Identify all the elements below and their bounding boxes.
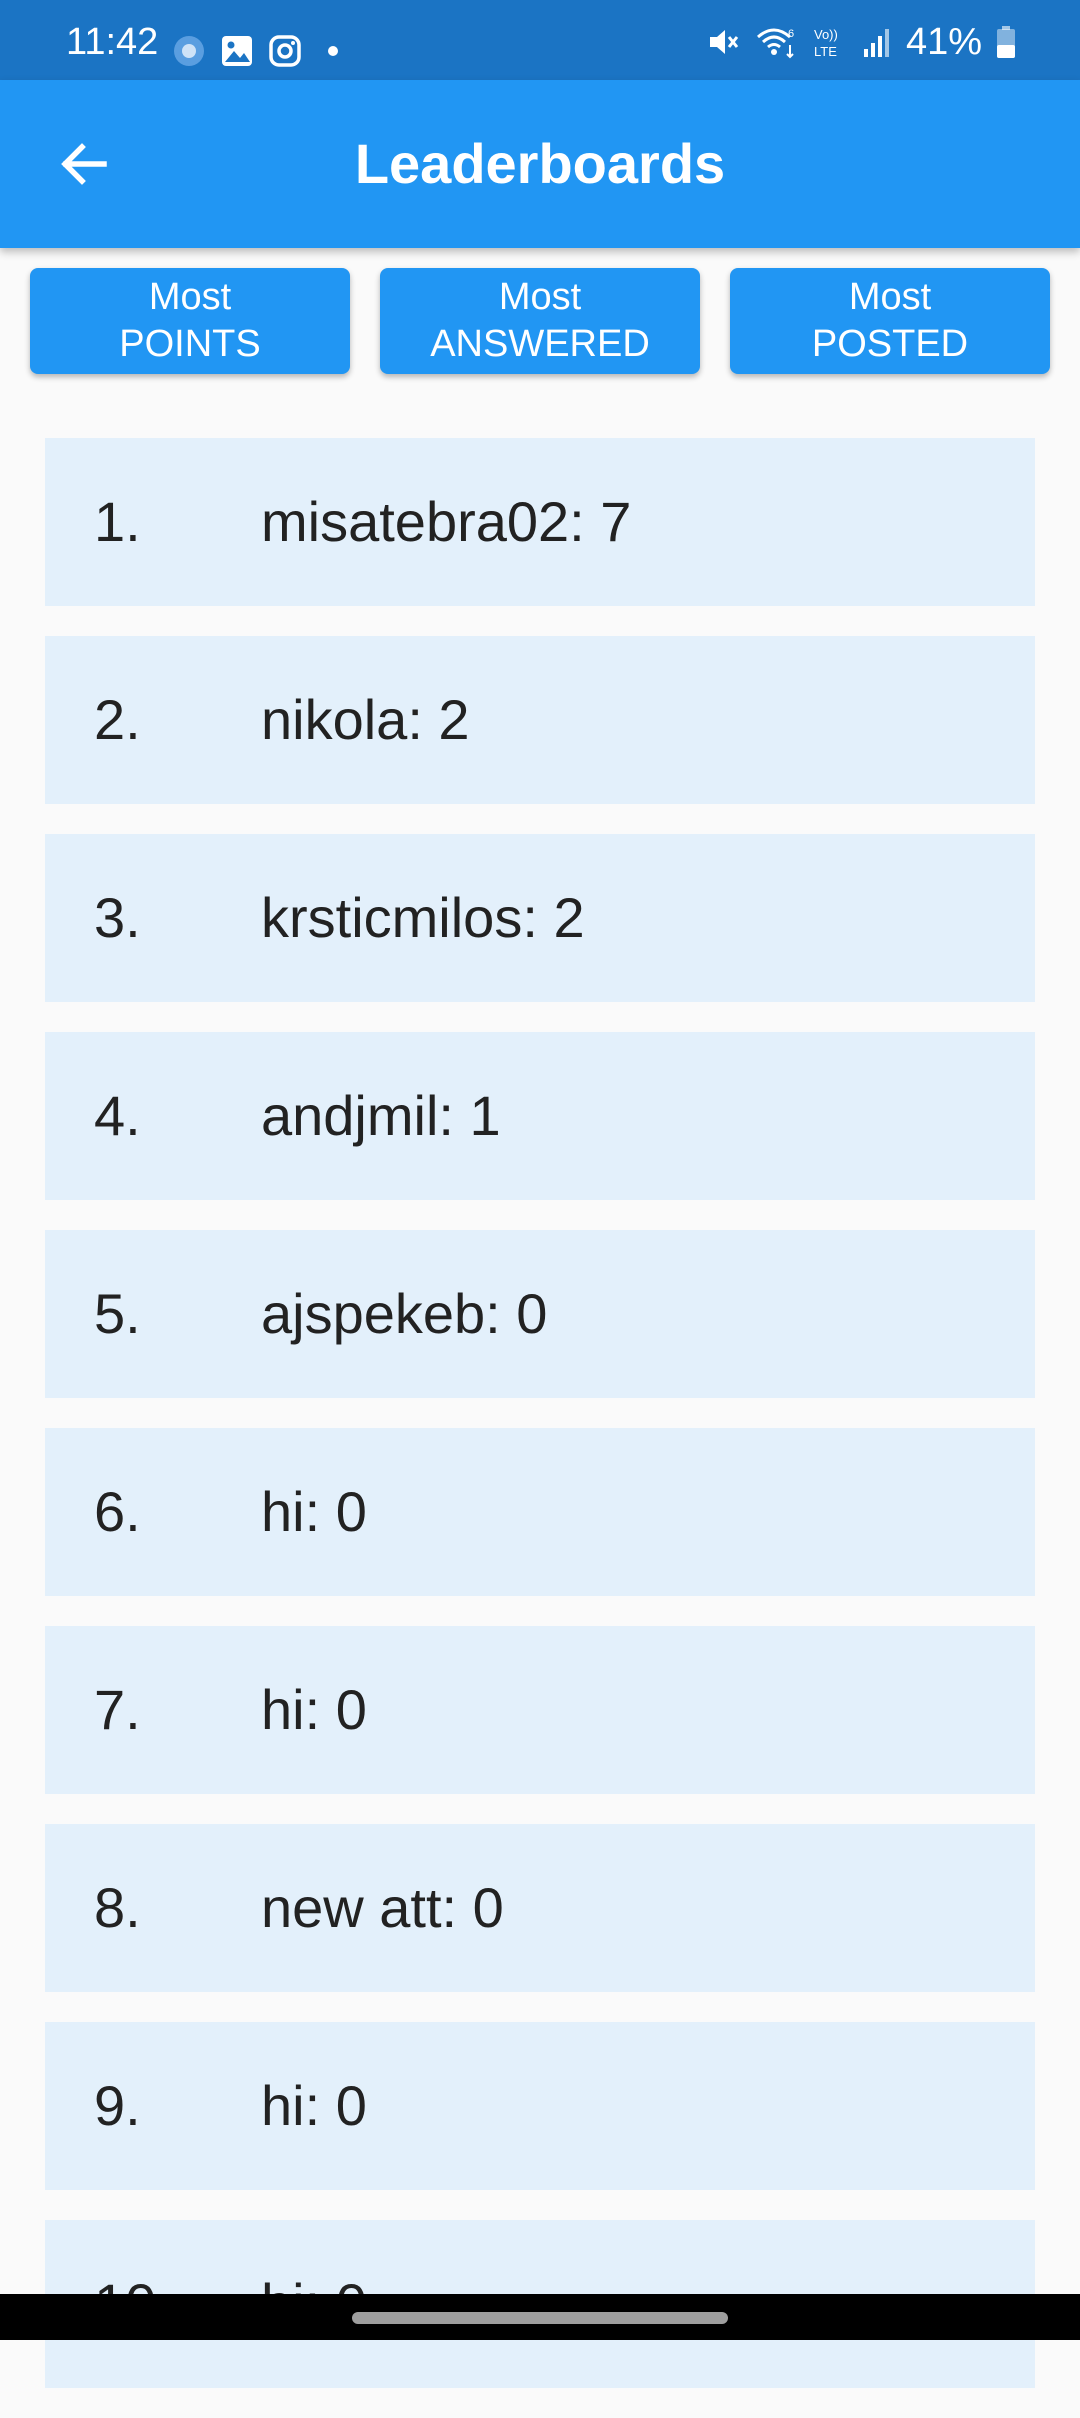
- user-score: misatebra02: 7: [261, 490, 632, 553]
- filter-label-line1: Most: [498, 276, 582, 318]
- rank-number: 7.: [94, 1678, 141, 1741]
- most-posted-button[interactable]: Most POSTED: [730, 268, 1050, 374]
- status-left-icons: [172, 31, 350, 71]
- svg-text:LTE: LTE: [814, 44, 837, 59]
- instagram-icon: [269, 35, 301, 67]
- app-bar: Leaderboards: [0, 80, 1080, 248]
- user-score: andjmil: 1: [261, 1084, 501, 1147]
- user-score: hi: 0: [261, 2074, 367, 2137]
- user-score: nikola: 2: [261, 688, 470, 751]
- rank-number: 3.: [94, 886, 141, 949]
- leaderboard-row[interactable]: 1. misatebra02: 7: [45, 438, 1035, 606]
- rank-number: 9.: [94, 2074, 141, 2137]
- filter-label-line2: ANSWERED: [430, 323, 650, 365]
- rank-number: 1.: [94, 490, 141, 553]
- filter-label-line2: POSTED: [811, 323, 969, 365]
- user-score: ajspekeb: 0: [261, 1282, 548, 1345]
- leaderboard-row[interactable]: 2. nikola: 2: [45, 636, 1035, 804]
- rank-number: 5.: [94, 1282, 141, 1345]
- leaderboard-row[interactable]: 4. andjmil: 1: [45, 1032, 1035, 1200]
- volte-icon: Vo)) LTE: [814, 27, 838, 59]
- filter-label-line2: POINTS: [119, 323, 261, 365]
- rank-number: 6.: [94, 1480, 141, 1543]
- mute-icon: [709, 30, 739, 54]
- rank-number: 2.: [94, 688, 141, 751]
- rank-number: 8.: [94, 1876, 141, 1939]
- leaderboard-row[interactable]: 7. hi: 0: [45, 1626, 1035, 1794]
- rank-number: 4.: [94, 1084, 141, 1147]
- filter-label-line1: Most: [148, 276, 232, 318]
- dot-circle-icon: [174, 36, 204, 66]
- navigation-bar: [0, 2294, 1080, 2340]
- leaderboard-row[interactable]: 8. new att: 0: [45, 1824, 1035, 1992]
- filter-label-line1: Most: [848, 276, 932, 318]
- home-gesture-handle[interactable]: [352, 2312, 728, 2324]
- svg-text:Vo)): Vo)): [814, 27, 838, 42]
- status-time: 11:42: [66, 21, 159, 63]
- wifi-icon: 6: [756, 28, 794, 59]
- page-title: Leaderboards: [354, 132, 726, 195]
- leaderboard-row[interactable]: 9. hi: 0: [45, 2022, 1035, 2190]
- leaderboard-row[interactable]: 5. ajspekeb: 0: [45, 1230, 1035, 1398]
- signal-icon: [863, 29, 889, 57]
- battery-percentage: 41%: [905, 21, 982, 63]
- status-bar: 11:42 6 Vo)) LTE 41%: [0, 0, 1080, 80]
- user-score: hi: 0: [261, 1480, 367, 1543]
- user-score: new att: 0: [261, 1876, 504, 1939]
- most-answered-button[interactable]: Most ANSWERED: [380, 268, 700, 374]
- user-score: hi: 0: [261, 1678, 367, 1741]
- svg-text:6: 6: [788, 28, 794, 40]
- user-score: krsticmilos: 2: [261, 886, 585, 949]
- image-icon: [222, 36, 252, 66]
- battery-icon: [997, 26, 1015, 58]
- most-points-button[interactable]: Most POINTS: [30, 268, 350, 374]
- leaderboard-list[interactable]: 1. misatebra02: 7 2. nikola: 2 3. krstic…: [45, 438, 1035, 2418]
- leaderboard-row[interactable]: 3. krsticmilos: 2: [45, 834, 1035, 1002]
- status-right-icons: 6 Vo)) LTE 41%: [706, 22, 1016, 62]
- dot-icon: [328, 46, 338, 56]
- leaderboard-row[interactable]: 6. hi: 0: [45, 1428, 1035, 1596]
